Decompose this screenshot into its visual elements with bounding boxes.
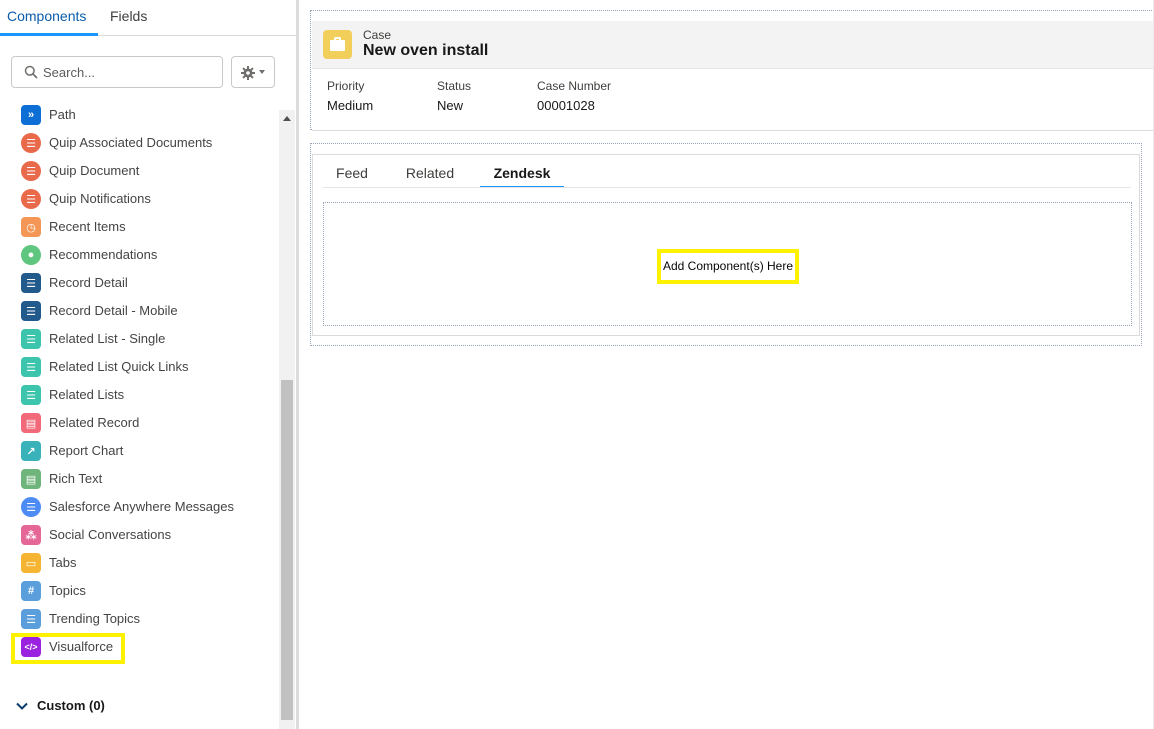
panel-tabs: Components Fields [0, 0, 296, 36]
list-lines-icon: ☰ [21, 609, 41, 629]
search-box [11, 56, 223, 88]
field-value: 00001028 [537, 98, 595, 113]
settings-button[interactable] [231, 56, 275, 88]
component-item-related-list-single[interactable]: ☰ Related List - Single [0, 325, 278, 353]
search-input[interactable] [43, 57, 218, 87]
component-item-related-lists[interactable]: ☰ Related Lists [0, 381, 278, 409]
related-list-icon: ☰ [21, 357, 41, 377]
hash-icon: # [21, 581, 41, 601]
component-item-related-record[interactable]: ▤ Related Record [0, 409, 278, 437]
scrollbar[interactable] [279, 110, 295, 729]
field-priority: Priority Medium [327, 79, 373, 113]
case-icon [323, 30, 352, 59]
lightbulb-icon: ● [21, 245, 41, 265]
component-item-social-conversations[interactable]: ⁂ Social Conversations [0, 521, 278, 549]
field-label: Status [437, 79, 472, 93]
quip-icon: ☰ [21, 133, 41, 153]
add-components-placeholder[interactable]: Add Component(s) Here [657, 249, 799, 284]
component-item-topics[interactable]: # Topics [0, 577, 278, 605]
custom-section-toggle[interactable]: Custom (0) [0, 692, 278, 720]
field-status: Status New [437, 79, 471, 113]
record-tabs-component[interactable]: Feed Related Zendesk Add Component(s) He… [312, 154, 1140, 336]
field-case-number: Case Number 00001028 [537, 79, 611, 113]
rich-text-icon: ▤ [21, 469, 41, 489]
components-panel: Components Fields » Path ☰ Q [0, 0, 296, 729]
page-canvas: Case New oven install Priority Medium St… [299, 0, 1154, 729]
component-item-tabs[interactable]: ▭ Tabs [0, 549, 278, 577]
component-item-recent-items[interactable]: ◷ Recent Items [0, 213, 278, 241]
component-item-related-list-quick-links[interactable]: ☰ Related List Quick Links [0, 353, 278, 381]
field-label: Case Number [537, 79, 612, 93]
related-list-icon: ☰ [21, 329, 41, 349]
tab-feed[interactable]: Feed [326, 161, 378, 188]
field-value: New [437, 98, 464, 113]
gear-icon [241, 66, 255, 80]
component-item-record-detail-mobile[interactable]: ☰ Record Detail - Mobile [0, 297, 278, 325]
scroll-up-arrow-icon[interactable] [283, 116, 291, 121]
component-item-rich-text[interactable]: ▤ Rich Text [0, 465, 278, 493]
component-item-salesforce-anywhere-messages[interactable]: ☰ Salesforce Anywhere Messages [0, 493, 278, 521]
clock-icon: ◷ [21, 217, 41, 237]
chevron-down-icon [16, 702, 28, 710]
tab-zendesk[interactable]: Zendesk [480, 161, 564, 188]
tabs-divider [323, 187, 1131, 188]
component-item-report-chart[interactable]: ↗ Report Chart [0, 437, 278, 465]
path-icon: » [21, 105, 41, 125]
code-icon: </> [21, 637, 41, 657]
component-list: » Path ☰ Quip Associated Documents ☰ Qui… [0, 104, 278, 729]
related-list-icon: ☰ [21, 385, 41, 405]
record-header[interactable]: Case New oven install Priority Medium St… [312, 21, 1154, 131]
object-name: Case [363, 28, 392, 42]
record-title: New oven install [363, 42, 489, 59]
component-item-path[interactable]: » Path [0, 104, 278, 129]
chart-icon: ↗ [21, 441, 41, 461]
header-region: Case New oven install Priority Medium St… [310, 10, 1154, 131]
quip-icon: ☰ [21, 189, 41, 209]
scrollbar-thumb[interactable] [281, 380, 293, 720]
folder-icon: ▭ [21, 553, 41, 573]
component-item-quip-associated-documents[interactable]: ☰ Quip Associated Documents [0, 129, 278, 157]
tab-components[interactable]: Components [0, 0, 98, 36]
social-icon: ⁂ [21, 525, 41, 545]
field-label: Priority [327, 79, 365, 93]
chat-icon: ☰ [21, 497, 41, 517]
tab-fields[interactable]: Fields [110, 0, 160, 36]
list-icon: ☰ [21, 301, 41, 321]
component-drop-zone[interactable]: Add Component(s) Here [323, 202, 1132, 326]
field-value: Medium [327, 98, 374, 113]
header-band: Case New oven install [312, 21, 1154, 69]
list-icon: ☰ [21, 273, 41, 293]
component-item-record-detail[interactable]: ☰ Record Detail [0, 269, 278, 297]
related-record-icon: ▤ [21, 413, 41, 433]
component-item-trending-topics[interactable]: ☰ Trending Topics [0, 605, 278, 633]
component-item-recommendations[interactable]: ● Recommendations [0, 241, 278, 269]
quip-icon: ☰ [21, 161, 41, 181]
main-region: Feed Related Zendesk Add Component(s) He… [310, 143, 1142, 346]
component-item-quip-document[interactable]: ☰ Quip Document [0, 157, 278, 185]
search-icon [24, 65, 38, 79]
component-item-quip-notifications[interactable]: ☰ Quip Notifications [0, 185, 278, 213]
component-item-visualforce[interactable]: </> Visualforce [0, 633, 278, 661]
chevron-down-icon [259, 70, 265, 74]
tab-related[interactable]: Related [395, 161, 465, 188]
